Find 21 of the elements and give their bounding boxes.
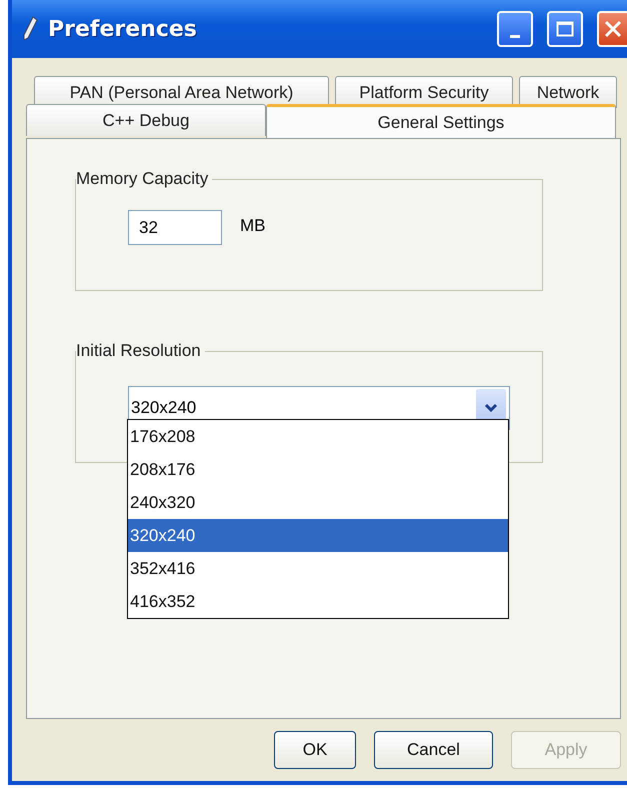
dropdown-option[interactable]: 320x240: [128, 519, 508, 552]
window-title: Preferences: [48, 16, 198, 42]
maximize-button[interactable]: [547, 11, 583, 47]
minimize-icon: [510, 34, 520, 38]
input-field[interactable]: 32: [128, 210, 222, 245]
minimize-button[interactable]: [497, 11, 533, 47]
unit-label: MB: [240, 216, 266, 236]
group-title: Memory Capacity: [76, 169, 212, 189]
dropdown-option[interactable]: 240x320: [128, 486, 508, 519]
dropdown-option[interactable]: 208x176: [128, 453, 508, 486]
tab[interactable]: General Settings: [266, 104, 616, 138]
dropdown-option[interactable]: 352x416: [128, 552, 508, 585]
close-button[interactable]: [597, 11, 627, 47]
tab[interactable]: C++ Debug: [26, 104, 266, 136]
chevron-down-icon: [484, 403, 498, 413]
maximize-icon: [556, 21, 574, 37]
dropdown-option[interactable]: 416x352: [128, 585, 508, 618]
pen-icon: [22, 16, 38, 42]
close-icon: [604, 20, 622, 38]
dialog-button[interactable]: Cancel: [374, 731, 493, 769]
dialog-button[interactable]: OK: [274, 731, 356, 769]
